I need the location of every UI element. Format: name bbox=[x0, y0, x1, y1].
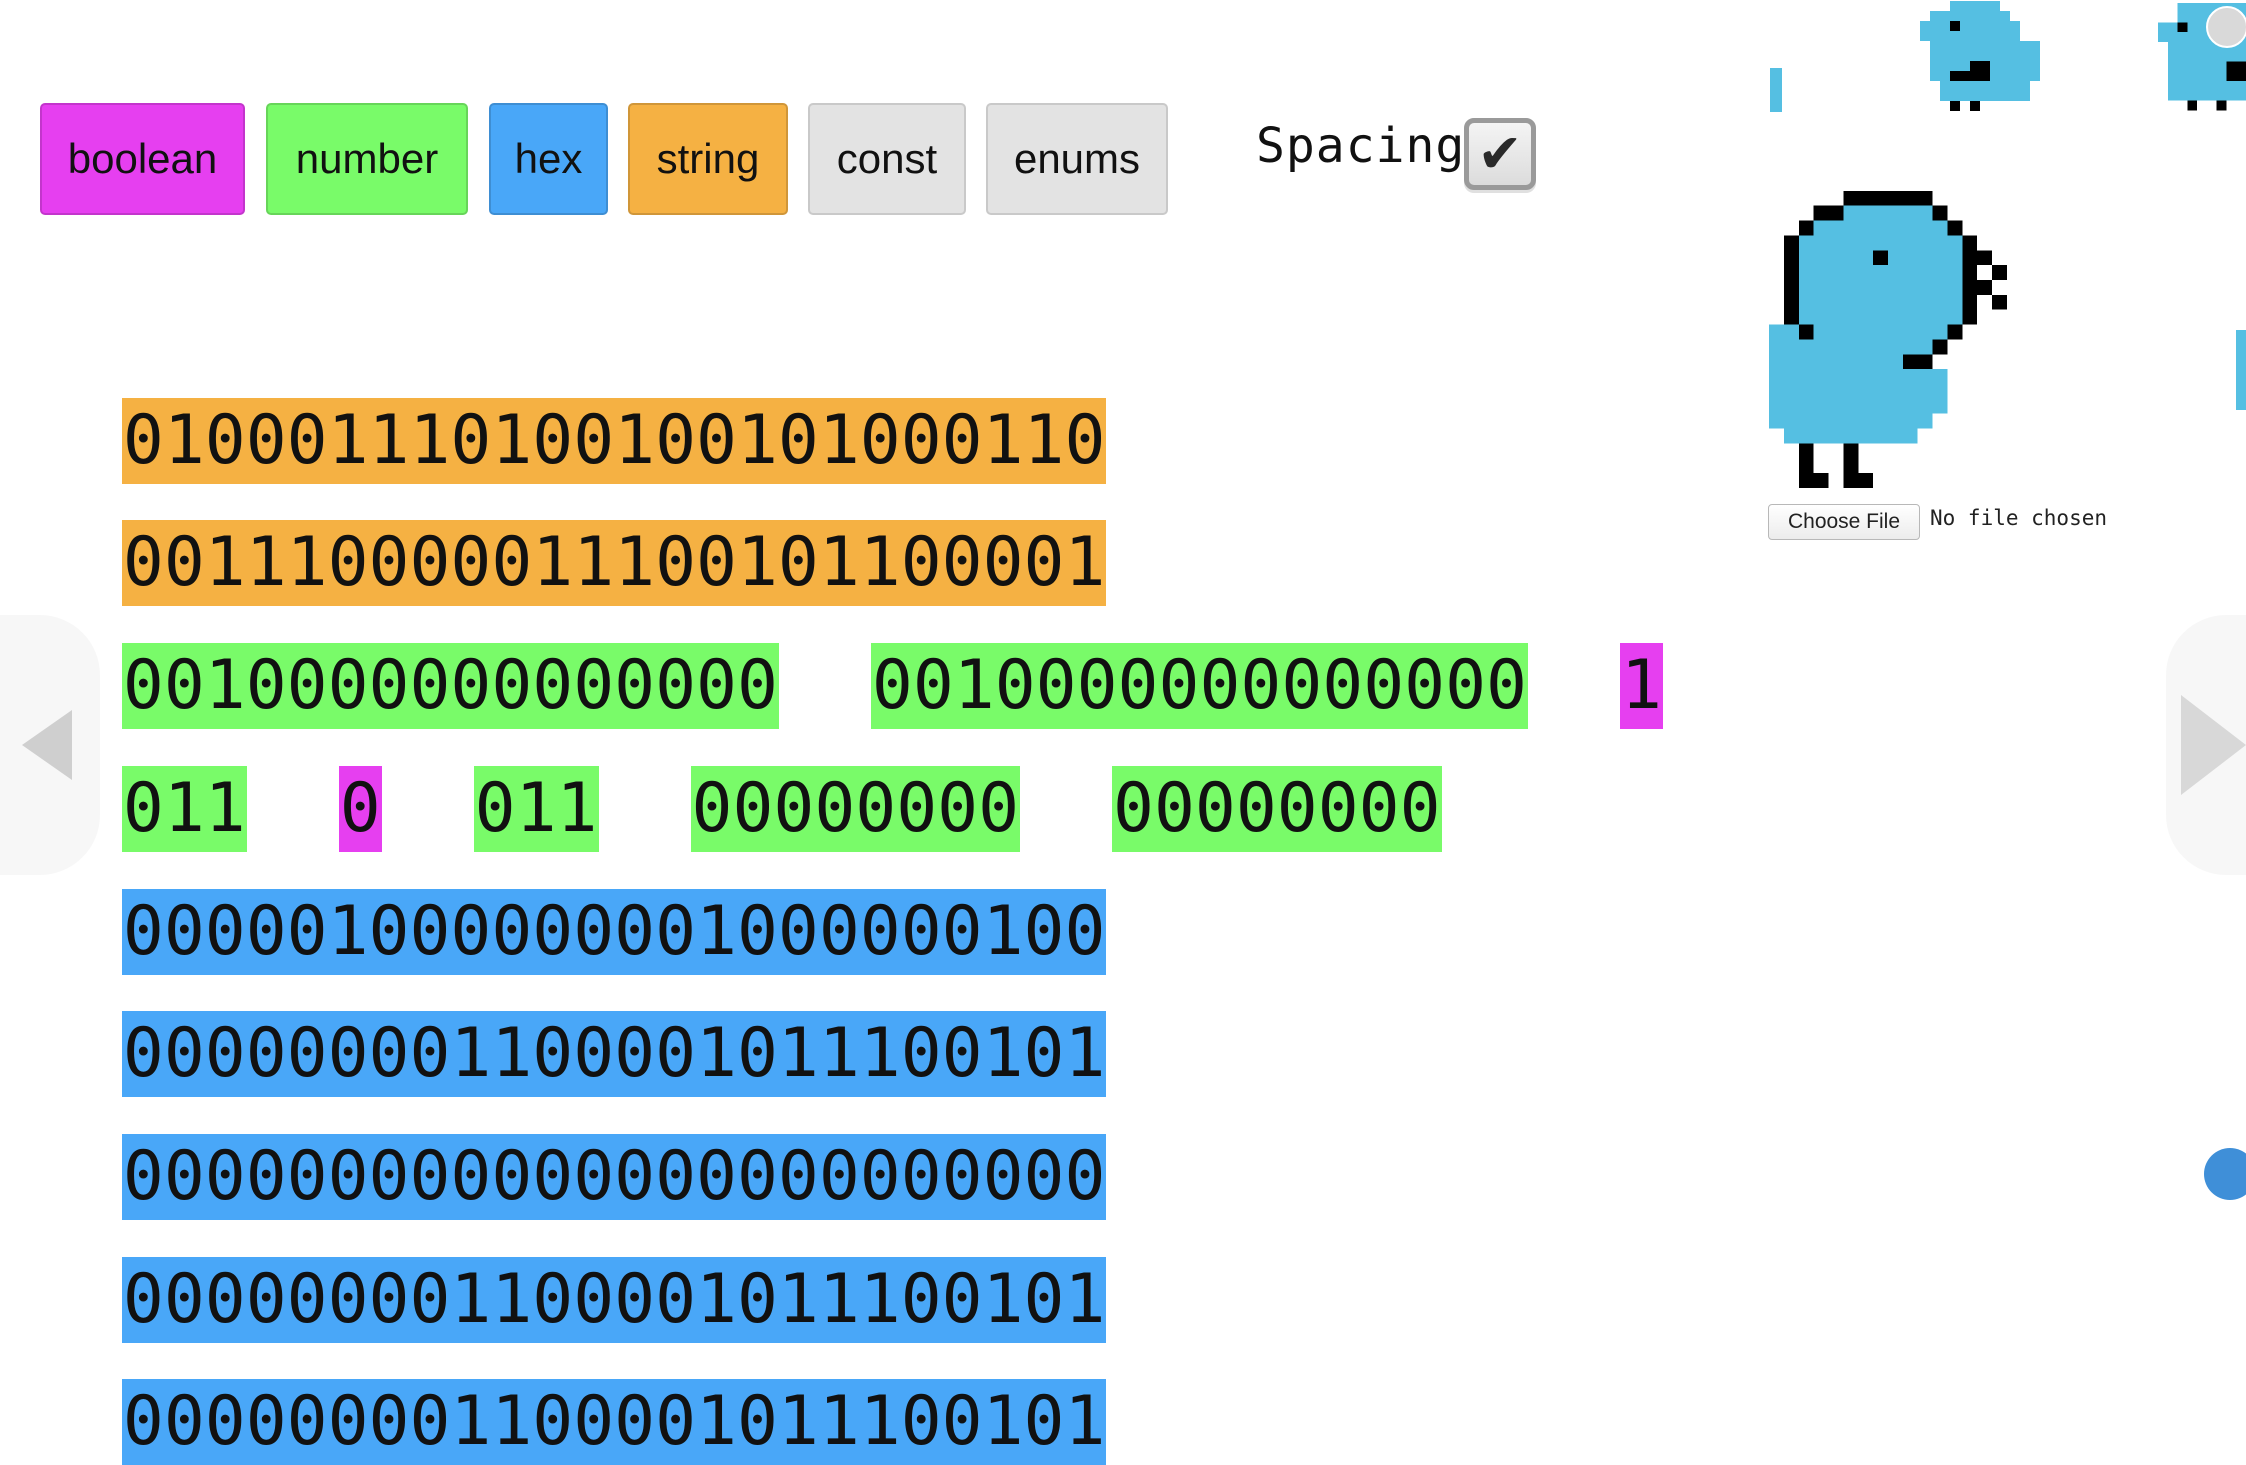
const-button[interactable]: const bbox=[808, 103, 966, 215]
bit-row: 000001000000001000000100 bbox=[40, 803, 1107, 975]
chevron-right-icon bbox=[2181, 695, 2246, 795]
number-button[interactable]: number bbox=[266, 103, 468, 215]
bit-row: 001110000011100101100001 bbox=[40, 434, 1107, 606]
string-button[interactable]: string bbox=[628, 103, 788, 215]
bit-row: 0010000000000000 0010000000000000 1 bbox=[40, 557, 1663, 729]
file-status-text: No file chosen bbox=[1930, 506, 2108, 530]
nav-prev-button[interactable] bbox=[0, 615, 100, 875]
hex-button[interactable]: hex bbox=[489, 103, 608, 215]
bit-row: 010001110100100101000110 bbox=[40, 312, 1107, 484]
number-field[interactable]: 00000000 bbox=[1112, 766, 1442, 852]
sprite-fragment bbox=[2236, 330, 2246, 410]
check-icon: ✔ bbox=[1477, 122, 1523, 185]
bit-row: 000000001100001011100101 bbox=[40, 1293, 1107, 1465]
bit-row: 011 0 011 00000000 00000000 bbox=[40, 680, 1442, 852]
choose-file-button[interactable]: Choose File bbox=[1768, 504, 1920, 540]
nav-next-button[interactable] bbox=[2166, 615, 2246, 875]
pixel-bird-sprite bbox=[1769, 190, 2007, 488]
hex-field[interactable]: 000000001100001011100101 bbox=[121, 1379, 1107, 1465]
spacing-checkbox[interactable]: ✔ bbox=[1464, 118, 1536, 190]
boolean-button[interactable]: boolean bbox=[40, 103, 245, 215]
bit-row: 000000001100001011100101 bbox=[40, 1171, 1107, 1343]
bit-row: 000000001100001011100101 bbox=[40, 925, 1107, 1097]
sprite-fragment bbox=[1770, 68, 1782, 112]
chat-bubble-icon[interactable] bbox=[2204, 1148, 2246, 1200]
extension-badge-icon[interactable] bbox=[2206, 6, 2246, 48]
enums-button[interactable]: enums bbox=[986, 103, 1168, 215]
chevron-left-icon bbox=[22, 710, 72, 780]
spacing-label: Spacing bbox=[1256, 118, 1466, 174]
boolean-field[interactable]: 1 bbox=[1619, 643, 1663, 729]
pixel-bird-sprite-small bbox=[1920, 1, 2040, 111]
bit-row: 000000000000000000000000 bbox=[40, 1048, 1107, 1220]
